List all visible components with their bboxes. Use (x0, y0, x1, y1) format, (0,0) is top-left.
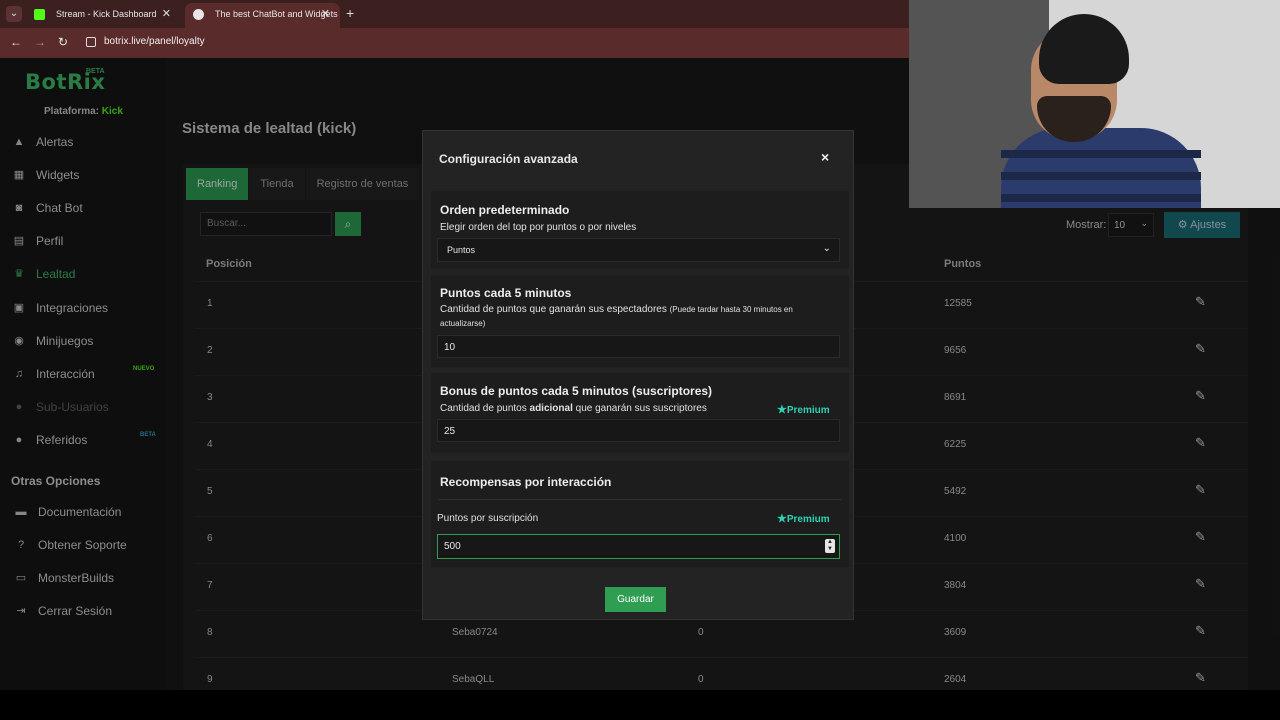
number-spinner-icon[interactable]: ▲ ▼ (825, 539, 835, 553)
order-title: Orden predeterminado (440, 203, 570, 217)
bonus-5min-title: Bonus de puntos cada 5 minutos (suscript… (440, 384, 713, 398)
bonus-desc-post: que ganarán sus suscriptores (572, 403, 707, 414)
points-5min-input[interactable]: 10 (437, 335, 840, 358)
botrix-favicon-icon (193, 9, 204, 20)
points-5min-desc-text: Cantidad de puntos que ganarán sus espec… (440, 304, 667, 315)
bonus-desc-bold: adicional (529, 403, 573, 414)
order-select-value: Puntos (447, 245, 476, 255)
points-5min-desc: Cantidad de puntos que ganarán sus espec… (440, 303, 840, 331)
premium-badge: ★Premium (777, 512, 830, 525)
forward-icon[interactable]: → (34, 35, 46, 49)
divider (439, 499, 841, 500)
advanced-settings-modal: Configuración avanzada × Orden predeterm… (422, 130, 854, 620)
tab-title: The best ChatBot and Widgets (215, 9, 338, 19)
order-select[interactable]: Puntos ⌄ (437, 238, 840, 262)
rewards-section: Recompensas por interacción Puntos por s… (431, 461, 849, 567)
bonus-5min-desc: Cantidad de puntos adicional que ganarán… (440, 402, 707, 416)
points-5min-title: Puntos cada 5 minutos (440, 286, 572, 300)
site-info-icon[interactable] (86, 37, 96, 47)
tab-search-button[interactable]: ⌄ (6, 6, 22, 22)
premium-label: Premium (786, 514, 830, 525)
new-tab-icon[interactable]: + (346, 6, 354, 20)
tab-title: Stream - Kick Dashboard (56, 9, 157, 19)
star-icon: ★ (777, 404, 787, 416)
points-5min-section: Puntos cada 5 minutos Cantidad de puntos… (431, 275, 849, 367)
sub-points-value: 500 (444, 541, 461, 552)
webcam-overlay (909, 0, 1280, 208)
sub-points-input[interactable]: 500 ▲ ▼ (437, 534, 840, 559)
modal-title: Configuración avanzada (439, 152, 578, 166)
star-icon: ★ (777, 513, 787, 525)
bonus-5min-input[interactable]: 25 (437, 419, 840, 442)
reload-icon[interactable]: ↻ (58, 35, 68, 49)
sub-points-label: Puntos por suscripción (437, 513, 539, 524)
chevron-down-icon: ⌄ (822, 243, 831, 254)
webcam-shirt-stripe (1001, 172, 1201, 180)
close-tab-icon[interactable]: ✕ (321, 3, 330, 25)
save-button[interactable]: Guardar (605, 587, 666, 612)
webcam-shirt-stripe (1001, 150, 1201, 158)
webcam-shirt-stripe (1001, 194, 1201, 202)
order-desc: Elegir orden del top por puntos o por ni… (440, 222, 637, 233)
browser-tab-kick[interactable]: Stream - Kick Dashboard ✕ (26, 3, 181, 28)
rewards-title: Recompensas por interacción (440, 475, 612, 489)
order-section: Orden predeterminado Elegir orden del to… (431, 191, 849, 269)
browser-tab-botrix[interactable]: The best ChatBot and Widgets ✕ (185, 3, 340, 28)
premium-badge: ★Premium (777, 403, 830, 416)
kick-favicon-icon (34, 9, 45, 20)
bonus-desc-pre: Cantidad de puntos (440, 403, 530, 414)
bottom-bar (0, 690, 1280, 720)
back-icon[interactable]: ← (10, 35, 22, 49)
close-tab-icon[interactable]: ✕ (162, 3, 171, 25)
close-icon[interactable]: × (821, 149, 829, 165)
premium-label: Premium (786, 405, 830, 416)
url-field[interactable]: botrix.live/panel/loyalty (104, 36, 205, 47)
bonus-5min-section: Bonus de puntos cada 5 minutos (suscript… (431, 373, 849, 453)
